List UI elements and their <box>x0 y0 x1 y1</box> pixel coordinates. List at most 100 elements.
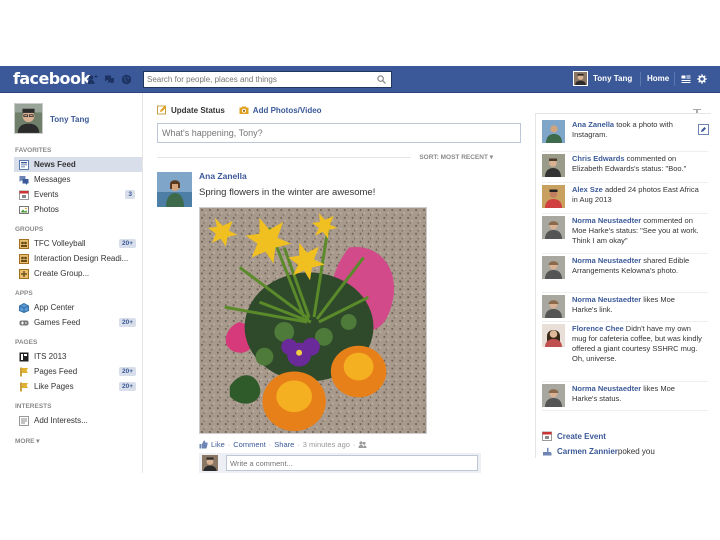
create-event-link[interactable]: Create Event <box>557 432 606 441</box>
sidebar-item-label: Interaction Design Readi... <box>34 254 129 263</box>
group-icon <box>19 238 29 249</box>
sidebar-item-label: Games Feed <box>34 318 81 327</box>
settings-gear-icon[interactable] <box>697 74 707 84</box>
sidebar-item-messages[interactable]: Messages <box>14 172 142 187</box>
sidebar-item-tfc-volleyball[interactable]: TFC Volleyball 20+ <box>14 236 142 251</box>
flower-photo[interactable] <box>199 207 427 434</box>
games-icon <box>19 320 29 325</box>
pages-feed-icon <box>20 367 28 376</box>
story-author-name[interactable]: Ana Zanella <box>199 171 247 181</box>
ticker-avatar <box>542 185 565 208</box>
privacy-shortcuts-icon[interactable] <box>681 74 691 84</box>
sidebar-item-label: Like Pages <box>34 382 74 391</box>
search-icon[interactable] <box>377 75 386 84</box>
ticker-item[interactable]: Florence Chee Didn't have my own mug for… <box>542 324 708 382</box>
photos-icon <box>19 205 29 214</box>
ticker-item[interactable]: Norma Neustaedter shared Edible Arrangem… <box>542 256 708 293</box>
news-feed-icon <box>19 159 29 170</box>
search-input[interactable] <box>144 72 370 87</box>
sidebar-item-add-interests[interactable]: Add Interests... <box>14 413 142 428</box>
user-avatar[interactable] <box>573 71 588 86</box>
story-author-avatar[interactable] <box>157 172 192 207</box>
comment-composer <box>199 453 481 473</box>
share-link[interactable]: Share <box>274 440 294 449</box>
notifications-globe-icon[interactable] <box>121 74 132 85</box>
commenter-avatar <box>202 455 218 471</box>
top-navigation-bar: facebook Tony Tang Home <box>0 66 720 93</box>
ticker-item[interactable]: Norma Neustaedter commented on Moe Harke… <box>542 216 708 254</box>
ticker-actor: Norma Neustaedter <box>572 384 642 393</box>
friends-audience-icon[interactable] <box>358 440 367 449</box>
create-event-row[interactable]: Create Event <box>542 431 606 441</box>
sidebar-item-label: ITS 2013 <box>34 352 67 361</box>
ticker-text: Chris Edwards commented on Elizabeth Edw… <box>572 154 702 174</box>
apps-section-title: APPS <box>15 290 33 297</box>
ticker-item[interactable]: Ana Zanella took a photo with Instagram. <box>542 120 708 152</box>
ticker-avatar <box>542 384 565 407</box>
ticker-avatar <box>542 324 565 347</box>
ticker-text: Norma Neustaedter commented on Moe Harke… <box>572 216 702 246</box>
sidebar-item-like-pages[interactable]: Like Pages 20+ <box>14 379 142 394</box>
sidebar-item-label: Photos <box>34 205 59 214</box>
ticker-text: Florence Chee Didn't have my own mug for… <box>572 324 702 364</box>
profile-picture[interactable] <box>14 103 43 134</box>
sidebar-item-label: News Feed <box>34 160 76 169</box>
sort-bar: SORT: MOST RECENT ▾ <box>157 153 521 161</box>
update-status-tab[interactable]: Update Status <box>157 105 225 115</box>
sidebar-item-events[interactable]: Events 3 <box>14 187 142 202</box>
ticker-actor: Ana Zanella <box>572 120 615 129</box>
add-interests-icon <box>19 415 29 426</box>
like-link[interactable]: Like <box>211 440 225 449</box>
sidebar-item-its-2013[interactable]: ITS 2013 <box>14 349 142 364</box>
ticker-actor: Norma Neustaedter <box>572 216 642 225</box>
friend-requests-icon[interactable] <box>87 74 98 85</box>
sidebar-item-create-group[interactable]: Create Group... <box>14 266 142 281</box>
more-link[interactable]: MORE ▾ <box>15 437 142 445</box>
ticker-avatar <box>542 256 565 279</box>
sort-most-recent-dropdown[interactable]: SORT: MOST RECENT ▾ <box>419 154 493 161</box>
home-link[interactable]: Home <box>647 74 669 83</box>
comment-link[interactable]: Comment <box>233 440 266 449</box>
ticker-actor: Norma Neustaedter <box>572 295 642 304</box>
user-name-link[interactable]: Tony Tang <box>593 74 632 83</box>
sidebar-item-label: App Center <box>34 303 75 312</box>
poke-finger-icon <box>543 447 552 456</box>
sidebar-item-news-feed[interactable]: News Feed <box>14 157 142 172</box>
ticker-text: Alex Sze added 24 photos East Africa in … <box>572 185 702 205</box>
ticker-panel: Ana Zanella took a photo with Instagram.… <box>535 113 711 458</box>
ticker-item[interactable]: Chris Edwards commented on Elizabeth Edw… <box>542 154 708 183</box>
ticker-item[interactable]: Norma Neustaedter likes Moe Harke's link… <box>542 295 708 322</box>
create-group-icon <box>19 268 29 279</box>
messages-jewel-icon[interactable] <box>104 74 115 85</box>
ticker-text: Norma Neustaedter likes Moe Harke's link… <box>572 295 702 315</box>
app-center-icon <box>19 302 29 313</box>
divider <box>674 72 675 86</box>
group-count-badge: 20+ <box>118 239 136 248</box>
sidebar-item-games-feed[interactable]: Games Feed 20+ <box>14 315 142 330</box>
ticker-actor: Norma Neustaedter <box>572 256 642 265</box>
comment-input[interactable] <box>226 455 478 471</box>
sidebar-item-label: Messages <box>34 175 71 184</box>
poke-sender-link[interactable]: Carmen Zannier <box>557 447 618 456</box>
facebook-logo[interactable]: facebook <box>13 69 91 88</box>
sidebar-item-interaction-design[interactable]: Interaction Design Readi... <box>14 251 142 266</box>
status-composer-input[interactable]: What's happening, Tony? <box>157 123 521 143</box>
ticker-item[interactable]: Norma Neustaedter likes Moe Harke's stat… <box>542 384 708 411</box>
sidebar-item-photos[interactable]: Photos <box>14 202 142 217</box>
sidebar-item-pages-feed[interactable]: Pages Feed 20+ <box>14 364 142 379</box>
story-timestamp[interactable]: 3 minutes ago <box>303 440 350 449</box>
sidebar-item-app-center[interactable]: App Center <box>14 300 142 315</box>
like-pages-count-badge: 20+ <box>118 382 136 391</box>
ticker-item[interactable]: Alex Sze added 24 photos East Africa in … <box>542 185 708 214</box>
add-photos-tab[interactable]: Add Photos/Video <box>239 105 322 115</box>
pages-section-title: PAGES <box>15 339 38 346</box>
calendar-icon <box>542 431 552 441</box>
left-column-divider <box>142 93 143 473</box>
ticker-text: Norma Neustaedter shared Edible Arrangem… <box>572 256 702 276</box>
ticker-avatar <box>542 216 565 239</box>
sidebar-item-label: Events <box>34 190 59 199</box>
status-pencil-icon <box>157 105 166 115</box>
profile-name-link[interactable]: Tony Tang <box>50 115 89 124</box>
group-icon <box>19 253 29 264</box>
games-count-badge: 20+ <box>118 318 136 327</box>
